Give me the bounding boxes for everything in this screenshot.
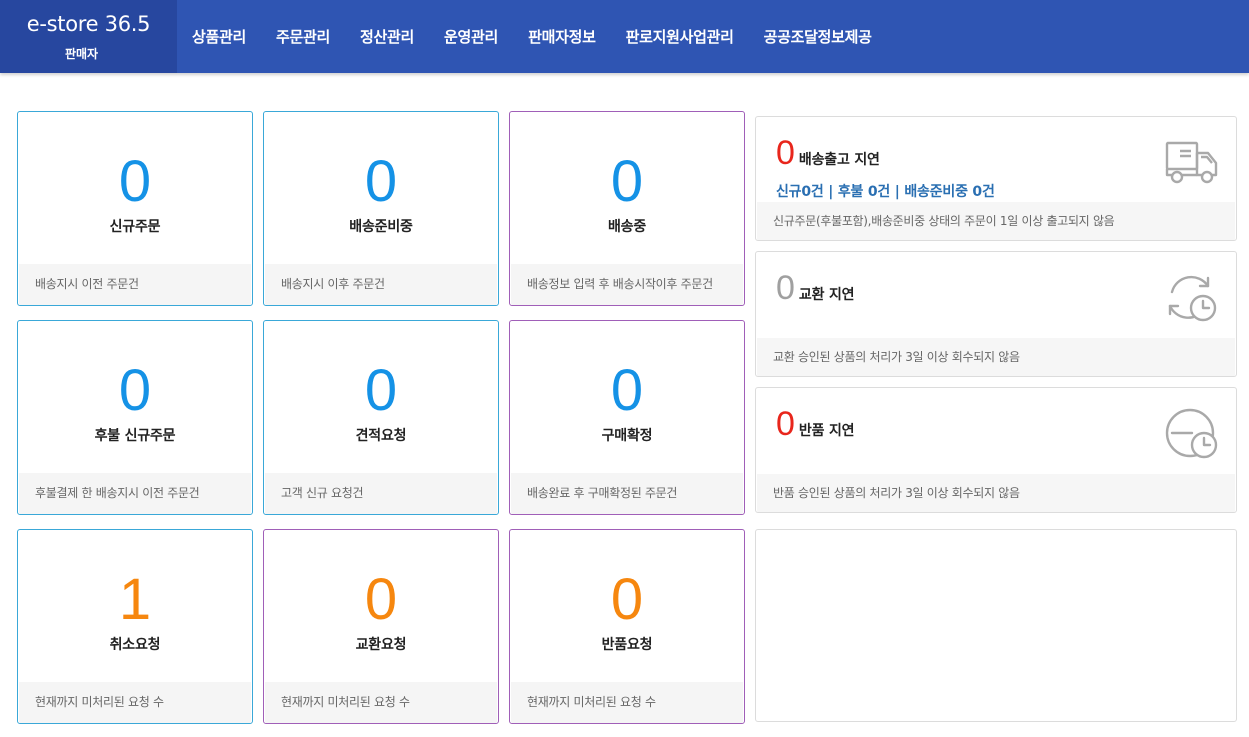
card-description: 현재까지 미처리된 요청 수 bbox=[511, 682, 743, 723]
card-description: 배송정보 입력 후 배송시작이후 주문건 bbox=[511, 264, 743, 305]
count-value: 0 bbox=[364, 149, 398, 214]
nav-item-settlement[interactable]: 정산관리 bbox=[360, 26, 414, 47]
panel-return-delay[interactable]: 0 반품 지연 반품 승인된 상품의 처리가 3일 이상 회수되지 않음 bbox=[755, 387, 1237, 513]
delay-description: 반품 승인된 상품의 처리가 3일 이상 회수되지 않음 bbox=[757, 474, 1235, 512]
panel-empty bbox=[755, 529, 1237, 722]
return-clock-icon bbox=[1165, 408, 1218, 459]
panel-title: 0 배송출고 지연 bbox=[776, 133, 880, 173]
card-return-request[interactable]: 0 반품요청 현재까지 미처리된 요청 수 bbox=[509, 529, 745, 724]
card-label: 후불 신규주문 bbox=[94, 428, 176, 444]
count-value: 0 bbox=[364, 567, 398, 632]
card-label: 반품요청 bbox=[601, 637, 653, 653]
main-nav: 상품관리 주문관리 정산관리 운영관리 판매자정보 판로지원사업관리 공공조달정… bbox=[192, 0, 902, 73]
count-value: 0 bbox=[610, 358, 644, 423]
card-deferred-new-order[interactable]: 0 후불 신규주문 후불결제 한 배송지시 이전 주문건 bbox=[17, 320, 253, 515]
card-label: 배송준비중 bbox=[349, 219, 413, 235]
card-label: 배송중 bbox=[607, 219, 647, 235]
card-description: 현재까지 미처리된 요청 수 bbox=[265, 682, 497, 723]
card-cancel-request[interactable]: 1 취소요청 현재까지 미처리된 요청 수 bbox=[17, 529, 253, 724]
card-purchase-confirmed[interactable]: 0 구매확정 배송완료 후 구매확정된 주문건 bbox=[509, 320, 745, 515]
brand-name: e-store 36.5 bbox=[26, 12, 151, 36]
delay-count: 0 bbox=[776, 405, 795, 443]
card-description: 후불결제 한 배송지시 이전 주문건 bbox=[19, 473, 251, 514]
nav-item-seller-info[interactable]: 판매자정보 bbox=[528, 26, 596, 47]
count-value: 1 bbox=[118, 567, 152, 632]
delay-description: 교환 승인된 상품의 처리가 3일 이상 회수되지 않음 bbox=[757, 338, 1235, 376]
delay-count: 0 bbox=[776, 134, 795, 172]
count-value: 0 bbox=[610, 149, 644, 214]
card-label: 취소요청 bbox=[109, 637, 161, 653]
card-label: 구매확정 bbox=[601, 428, 653, 444]
nav-item-product[interactable]: 상품관리 bbox=[192, 26, 246, 47]
delay-breakdown: 신규0건 | 후불 0건 | 배송준비중 0건 bbox=[776, 184, 995, 200]
panel-title: 0 반품 지연 bbox=[776, 404, 855, 444]
nav-item-operation[interactable]: 운영관리 bbox=[444, 26, 498, 47]
count-value: 0 bbox=[118, 149, 152, 214]
truck-icon bbox=[1165, 141, 1218, 184]
delay-title: 배송출고 지연 bbox=[798, 152, 880, 168]
nav-item-procurement[interactable]: 공공조달정보제공 bbox=[764, 26, 872, 47]
brand-subtitle: 판매자 bbox=[64, 47, 99, 61]
card-description: 현재까지 미처리된 요청 수 bbox=[19, 682, 251, 723]
panel-shipping-delay[interactable]: 0 배송출고 지연 신규0건 | 후불 0건 | 배송준비중 0건 신규주문(후… bbox=[755, 116, 1237, 241]
card-exchange-request[interactable]: 0 교환요청 현재까지 미처리된 요청 수 bbox=[263, 529, 499, 724]
card-description: 고객 신규 요청건 bbox=[265, 473, 497, 514]
card-new-order[interactable]: 0 신규주문 배송지시 이전 주문건 bbox=[17, 111, 253, 306]
card-label: 교환요청 bbox=[355, 637, 407, 653]
card-shipping[interactable]: 0 배송중 배송정보 입력 후 배송시작이후 주문건 bbox=[509, 111, 745, 306]
delay-title: 반품 지연 bbox=[798, 423, 855, 439]
card-description: 배송지시 이후 주문건 bbox=[265, 264, 497, 305]
count-value: 0 bbox=[118, 358, 152, 423]
panel-title: 0 교환 지연 bbox=[776, 268, 855, 308]
count-value: 0 bbox=[364, 358, 398, 423]
delay-description: 신규주문(후불포함),배송준비중 상태의 주문이 1일 이상 출고되지 않음 bbox=[757, 202, 1235, 240]
exchange-clock-icon bbox=[1168, 275, 1217, 322]
count-value: 0 bbox=[610, 567, 644, 632]
panel-exchange-delay[interactable]: 0 교환 지연 교환 승인된 상품의 처리가 3일 이상 회수되지 않음 bbox=[755, 251, 1237, 377]
card-label: 신규주문 bbox=[109, 219, 161, 235]
nav-item-sales-support[interactable]: 판로지원사업관리 bbox=[626, 26, 734, 47]
nav-item-order[interactable]: 주문관리 bbox=[276, 26, 330, 47]
card-description: 배송완료 후 구매확정된 주문건 bbox=[511, 473, 743, 514]
card-preparing[interactable]: 0 배송준비중 배송지시 이후 주문건 bbox=[263, 111, 499, 306]
card-label: 견적요청 bbox=[355, 428, 407, 444]
card-quote-request[interactable]: 0 견적요청 고객 신규 요청건 bbox=[263, 320, 499, 515]
top-header: e-store 36.5 판매자 상품관리 주문관리 정산관리 운영관리 판매자… bbox=[0, 0, 1249, 73]
delay-title: 교환 지연 bbox=[798, 287, 855, 303]
card-description: 배송지시 이전 주문건 bbox=[19, 264, 251, 305]
delay-count: 0 bbox=[776, 269, 795, 307]
brand-logo[interactable]: e-store 36.5 판매자 bbox=[0, 0, 177, 73]
